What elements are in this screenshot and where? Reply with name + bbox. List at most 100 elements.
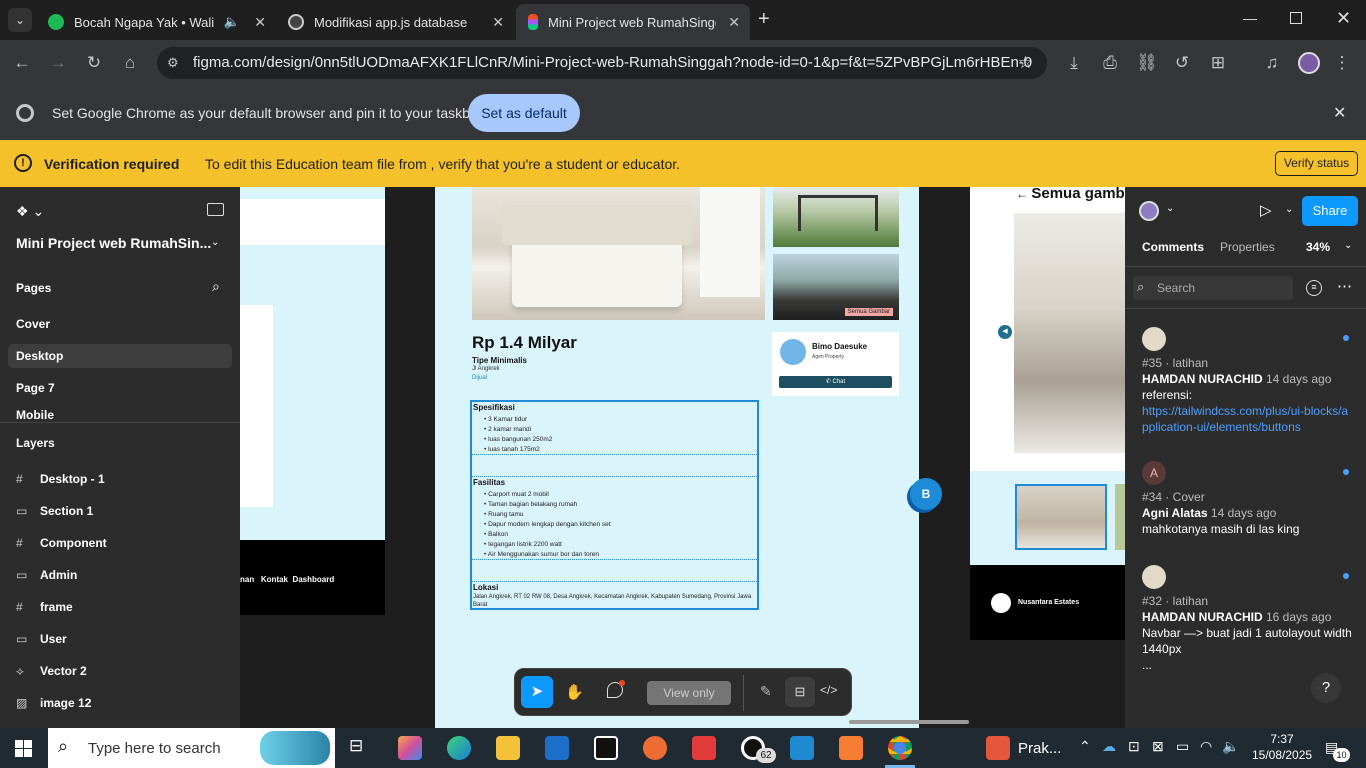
horizontal-scrollbar[interactable] [849, 720, 969, 724]
tab-properties[interactable]: Properties [1220, 240, 1275, 254]
tray-app-icon[interactable]: ⊡ [1128, 738, 1140, 755]
link-icon[interactable]: ⛓ [1136, 53, 1158, 73]
new-tab-icon[interactable]: + [758, 8, 770, 31]
download-icon[interactable]: ⤓ [1064, 53, 1084, 73]
layer-image-12[interactable]: ▨ image 12 [16, 692, 91, 714]
search-icon[interactable]: ⌕ [212, 278, 220, 295]
canvas[interactable]: nan Kontak Dashboard Semua Gambar Rp 1.4… [240, 187, 1125, 728]
chat-button[interactable]: ✆ Chat [779, 376, 892, 388]
hand-tool-icon[interactable]: ✋ [565, 683, 584, 701]
user-avatar[interactable] [1139, 201, 1159, 221]
close-infobar-icon[interactable]: ✕ [1333, 103, 1346, 123]
restore-icon[interactable] [1290, 12, 1302, 24]
xampp-icon[interactable] [839, 736, 863, 760]
right-thumb-2[interactable] [1115, 484, 1125, 550]
media-icon[interactable]: ♫ [1262, 53, 1282, 73]
close-tab-icon[interactable]: ✕ [728, 14, 740, 31]
file-explorer-icon[interactable] [496, 736, 520, 760]
layer-frame[interactable]: # frame [16, 596, 73, 618]
move-tool-button[interactable]: ➤ [521, 676, 553, 708]
copilot-icon[interactable] [398, 736, 422, 760]
present-icon[interactable]: ▷ [1260, 201, 1272, 219]
tab-search-chevron-icon[interactable]: ⌄ [8, 8, 32, 32]
draw-tool-icon[interactable]: ✎ [760, 683, 772, 700]
zoom-level[interactable]: 34% [1306, 240, 1330, 254]
layer-admin[interactable]: ▭ Admin [16, 564, 77, 586]
sidebar-toggle-icon[interactable] [207, 203, 224, 216]
file-menu-chevron-icon[interactable]: ⌄ [211, 237, 219, 248]
minimize-icon[interactable]: — [1243, 10, 1257, 26]
share-button[interactable]: Share [1302, 196, 1358, 226]
clock[interactable]: 7:37 15/08/2025 [1252, 731, 1312, 763]
cloud-icon[interactable]: ☁ [1102, 738, 1116, 755]
task-view-icon[interactable]: ⊟ [349, 736, 363, 756]
wifi-icon[interactable]: ◠ [1200, 738, 1212, 755]
capcut-icon[interactable] [594, 736, 618, 760]
comment-item[interactable]: #32 · latihan HAMDAN NURACHID 16 days ag… [1142, 565, 1352, 685]
page-desktop[interactable]: Desktop [16, 345, 63, 367]
all-photos-badge[interactable]: Semua Gambar [844, 308, 893, 316]
taskbar-search[interactable]: ⌕ Type here to search [48, 728, 335, 768]
layer-desktop-1[interactable]: # Desktop - 1 [16, 468, 105, 490]
back-icon[interactable]: ← [12, 53, 32, 73]
comment-item[interactable]: A #34 · Cover Agni Alatas 14 days ago ma… [1142, 461, 1352, 537]
edge-icon[interactable] [447, 736, 471, 760]
layer-vector-2[interactable]: ⟡ Vector 2 [16, 660, 87, 682]
vscode-icon[interactable] [790, 736, 814, 760]
zoom-chevron-icon[interactable]: ⌄ [1344, 240, 1352, 251]
comment-item[interactable]: #35 · latihan HAMDAN NURACHID 14 days ag… [1142, 327, 1352, 435]
home-icon[interactable]: ⌂ [120, 53, 140, 73]
battery-icon[interactable]: ▭ [1176, 738, 1189, 755]
carousel-prev-icon[interactable]: ◀ [998, 325, 1012, 339]
help-button[interactable]: ? [1311, 673, 1341, 703]
tray-chevron-icon[interactable]: ⌃ [1079, 738, 1091, 755]
page-cover[interactable]: Cover [16, 313, 50, 335]
profile-avatar[interactable] [1298, 52, 1320, 74]
page-mobile[interactable]: Mobile [16, 409, 54, 421]
file-name[interactable]: Mini Project web RumahSin... [16, 235, 211, 251]
filter-icon[interactable]: ≡ [1306, 280, 1322, 296]
verify-status-button[interactable]: Verify status [1275, 151, 1358, 176]
present-chevron-icon[interactable]: ⌄ [1285, 204, 1293, 215]
more-options-icon[interactable]: ⋯ [1337, 277, 1352, 295]
chrome-icon[interactable] [888, 736, 912, 760]
outlook-icon[interactable] [545, 736, 569, 760]
tab-app-js[interactable]: Modifikasi app.js database ✕ [276, 4, 514, 40]
right-thumb-1[interactable] [1015, 484, 1107, 550]
tab-spotify[interactable]: Bocah Ngapa Yak • Wali 🔈 ✕ [36, 4, 276, 40]
avatar-chevron-icon[interactable]: ⌄ [1166, 203, 1174, 214]
close-tab-icon[interactable]: ✕ [492, 14, 504, 31]
layer-user[interactable]: ▭ User [16, 628, 67, 650]
wps-icon[interactable] [692, 736, 716, 760]
layer-section-1[interactable]: ▭ Section 1 [16, 500, 93, 522]
comment-link[interactable]: https://tailwindcss.com/plus/ui-blocks/a… [1142, 403, 1352, 435]
reload-icon[interactable]: ↻ [84, 53, 104, 73]
print-icon[interactable]: ⎙ [1100, 53, 1120, 73]
close-tab-icon[interactable]: ✕ [254, 14, 266, 31]
tray-app-icon[interactable]: ⊠ [1152, 738, 1164, 755]
menu-icon[interactable]: ⋮ [1332, 53, 1352, 73]
site-info-icon[interactable]: ⚙ [167, 47, 179, 79]
figma-menu-icon[interactable]: ❖ ⌄ [16, 203, 44, 220]
tab-figma[interactable]: Mini Project web RumahSinggah ✕ [516, 4, 750, 40]
bookmark-star-icon[interactable]: ☆ [1018, 47, 1033, 79]
comment-search[interactable]: ⌕ Search [1133, 276, 1293, 300]
address-bar[interactable]: ⚙ figma.com/design/0nn5tlUODmaAFXK1FLlCn… [157, 47, 1047, 79]
design-mode-button[interactable]: ⊟ [785, 677, 815, 707]
set-default-button[interactable]: Set as default [468, 94, 580, 132]
praktikum-label[interactable]: Prak... [1018, 740, 1061, 757]
dev-mode-icon[interactable]: </> [820, 683, 837, 697]
windows-start-icon[interactable] [15, 740, 32, 757]
forward-icon[interactable]: → [48, 53, 68, 73]
close-window-icon[interactable]: ✕ [1336, 8, 1351, 29]
volume-icon[interactable]: 🔈 [1222, 738, 1239, 755]
history-icon[interactable]: ↺ [1172, 53, 1192, 73]
spec-box[interactable]: Spesifikasi • 3 Kamar tidur • 2 kamar ma… [470, 400, 759, 610]
page-7[interactable]: Page 7 [16, 377, 55, 399]
speaker-icon[interactable]: 🔈 [224, 14, 240, 30]
layer-component[interactable]: # Component [16, 532, 107, 554]
extensions-icon[interactable]: ⊞ [1208, 53, 1228, 73]
postman-icon[interactable] [643, 736, 667, 760]
tab-comments[interactable]: Comments [1142, 240, 1204, 254]
praktikum-app-icon[interactable] [986, 736, 1010, 760]
